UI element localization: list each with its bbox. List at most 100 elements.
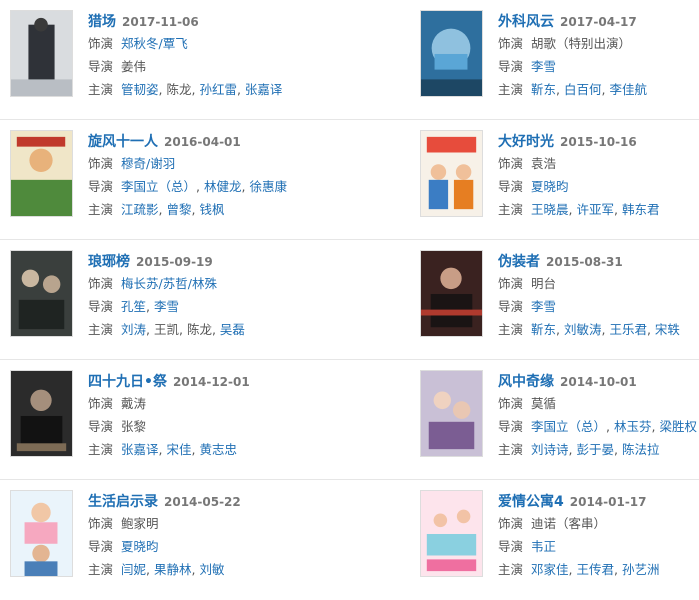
person-link[interactable]: 吴磊 <box>220 322 245 337</box>
person-link[interactable]: 靳东 <box>531 322 556 337</box>
release-date: 2014-12-01 <box>172 375 250 389</box>
person-link[interactable]: 宋佳 <box>166 442 191 457</box>
person-link[interactable]: 曾黎 <box>166 202 191 217</box>
person-link[interactable]: 彭于晏 <box>576 442 614 457</box>
show-poster[interactable] <box>420 250 483 337</box>
role-name[interactable]: 郑秋冬/覃飞 <box>121 36 188 51</box>
separator: , <box>614 442 622 457</box>
show-poster[interactable] <box>10 490 73 577</box>
role-name: 明台 <box>531 276 557 291</box>
person-link[interactable]: 梁胜权 <box>659 419 697 434</box>
cast-label: 主演 <box>498 322 524 337</box>
show-poster[interactable] <box>10 250 73 337</box>
show-title-link[interactable]: 大好时光 <box>498 134 554 150</box>
cast-label: 主演 <box>88 562 114 577</box>
director-line: 导演 李国立（总）, 林健龙, 徐惠康 <box>88 175 287 198</box>
role-name[interactable]: 穆奇/谢羽 <box>121 156 175 171</box>
person-link[interactable]: 钱枫 <box>199 202 224 217</box>
separator: , <box>556 322 564 337</box>
person-link[interactable]: 韦正 <box>531 539 556 554</box>
cast-line: 主演 张嘉译, 宋佳, 黄志忠 <box>88 438 250 461</box>
show-poster[interactable] <box>420 10 483 97</box>
person-link[interactable]: 黄志忠 <box>199 442 237 457</box>
person-link[interactable]: 李国立（总） <box>531 419 606 434</box>
person-link[interactable]: 管韧姿 <box>121 82 159 97</box>
role-line: 饰演 鲍家明 <box>88 512 241 535</box>
separator: , <box>146 322 154 337</box>
cast-line: 主演 靳东, 白百何, 李佳航 <box>498 78 647 101</box>
show-info: 猎场 2017-11-06 饰演 郑秋冬/覃飞 导演 姜伟 主演 管韧姿, 陈龙, 孙红雷, … <box>88 10 282 101</box>
person-link[interactable]: 宋轶 <box>655 322 680 337</box>
person-link[interactable]: 许亚军 <box>576 202 614 217</box>
show-title-link[interactable]: 生活启示录 <box>88 494 158 510</box>
release-date: 2014-10-01 <box>560 375 637 389</box>
show-title-link[interactable]: 伪装者 <box>498 254 540 270</box>
show-poster[interactable] <box>420 130 483 217</box>
person-link[interactable]: 林玉芬 <box>614 419 652 434</box>
show-poster[interactable] <box>10 370 73 457</box>
role-label: 饰演 <box>498 396 524 411</box>
show-poster[interactable] <box>10 10 73 97</box>
person-link[interactable]: 李雪 <box>531 299 556 314</box>
show-title-link[interactable]: 四十九日•祭 <box>88 374 167 390</box>
title-line: 外科风云 2017-04-17 <box>498 10 647 32</box>
person-link[interactable]: 靳东 <box>531 82 556 97</box>
person-link[interactable]: 王乐君 <box>609 322 647 337</box>
show-poster[interactable] <box>420 490 483 577</box>
cast-line: 主演 刘诗诗, 彭于晏, 陈法拉 <box>498 438 697 461</box>
person-link[interactable]: 陈法拉 <box>622 442 660 457</box>
show-title-link[interactable]: 猎场 <box>88 14 116 30</box>
person-link[interactable]: 张嘉译 <box>245 82 283 97</box>
show-info: 外科风云 2017-04-17 饰演 胡歌（特别出演） 导演 李雪 主演 靳东, 白百何, 李… <box>498 10 647 101</box>
cast-line: 主演 管韧姿, 陈龙, 孙红雷, 张嘉译 <box>88 78 282 101</box>
person-link[interactable]: 李国立（总） <box>121 179 196 194</box>
show-title-link[interactable]: 风中奇缘 <box>498 374 554 390</box>
show-poster[interactable] <box>10 130 73 217</box>
director-line: 导演 孔笙, 李雪 <box>88 295 245 318</box>
person-link[interactable]: 韩东君 <box>622 202 660 217</box>
director-line: 导演 夏晓昀 <box>498 175 659 198</box>
person-link[interactable]: 闫妮 <box>121 562 146 577</box>
person-link[interactable]: 张嘉译 <box>121 442 159 457</box>
release-date: 2017-11-06 <box>122 15 199 29</box>
title-line: 琅琊榜 2015-09-19 <box>88 250 245 272</box>
person-link[interactable]: 孔笙 <box>121 299 146 314</box>
person-link[interactable]: 王晓晨 <box>531 202 569 217</box>
director-label: 导演 <box>88 179 114 194</box>
person-link[interactable]: 夏晓昀 <box>121 539 159 554</box>
director-label: 导演 <box>498 179 524 194</box>
cast-label: 主演 <box>498 202 524 217</box>
person-link[interactable]: 刘诗诗 <box>531 442 569 457</box>
person-link[interactable]: 夏晓昀 <box>531 179 569 194</box>
person-link[interactable]: 徐惠康 <box>249 179 287 194</box>
person-link[interactable]: 白百何 <box>564 82 602 97</box>
person-link[interactable]: 邓家佳 <box>531 562 569 577</box>
separator: , <box>556 82 564 97</box>
release-date: 2015-10-16 <box>560 135 637 149</box>
show-title-link[interactable]: 爱情公寓4 <box>498 494 564 510</box>
person-link[interactable]: 李佳航 <box>609 82 647 97</box>
show-poster[interactable] <box>420 370 483 457</box>
role-line: 饰演 迪诺（客串） <box>498 512 659 535</box>
show-title-link[interactable]: 琅琊榜 <box>88 254 130 270</box>
role-name[interactable]: 梅长苏/苏哲/林殊 <box>121 276 217 291</box>
person-link[interactable]: 刘敏涛 <box>564 322 602 337</box>
person-link[interactable]: 果静林 <box>154 562 192 577</box>
show-item: 风中奇缘 2014-10-01 饰演 莫循 导演 李国立（总）, 林玉芬, 梁胜权 主演 刘诗… <box>420 370 699 465</box>
cast-line: 主演 王晓晨, 许亚军, 韩东君 <box>498 198 659 221</box>
person-link: 张黎 <box>121 419 147 434</box>
person-link[interactable]: 林健龙 <box>204 179 242 194</box>
title-line: 爱情公寓4 2014-01-17 <box>498 490 659 512</box>
show-title-link[interactable]: 旋风十一人 <box>88 134 158 150</box>
person-link[interactable]: 江疏影 <box>121 202 159 217</box>
person-link[interactable]: 李雪 <box>154 299 179 314</box>
person-link[interactable]: 王传君 <box>576 562 614 577</box>
person-link[interactable]: 刘敏 <box>199 562 224 577</box>
person-link[interactable]: 李雪 <box>531 59 556 74</box>
cast-label: 主演 <box>88 82 114 97</box>
person-link[interactable]: 孙红雷 <box>199 82 237 97</box>
person-link[interactable]: 孙艺洲 <box>622 562 660 577</box>
cast-line: 主演 邓家佳, 王传君, 孙艺洲 <box>498 558 659 581</box>
show-title-link[interactable]: 外科风云 <box>498 14 554 30</box>
person-link[interactable]: 刘涛 <box>121 322 146 337</box>
